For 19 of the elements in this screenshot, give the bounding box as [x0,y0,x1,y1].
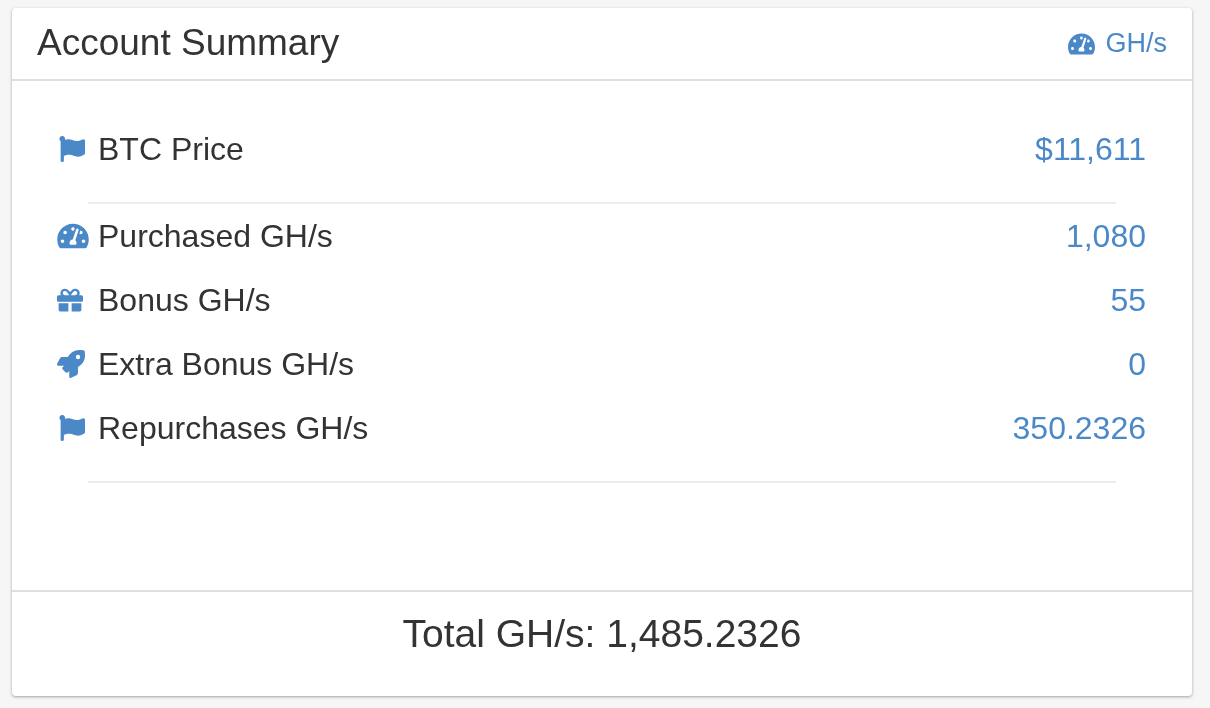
flag-icon [57,136,87,162]
stat-label: Purchased GH/s [98,217,333,255]
units-link[interactable]: GH/s [1068,28,1167,59]
stat-label: BTC Price [98,130,244,168]
stat-value: 1,080 [1065,217,1146,255]
stat-value: 55 [1110,281,1146,319]
stat-label: Bonus GH/s [98,281,271,319]
total-text: Total GH/s: 1,485.2326 [402,611,802,657]
panel-title: Account Summary [37,23,340,64]
stat-value: 0 [1128,345,1146,383]
gauge-icon [57,222,89,250]
rocket-icon [57,350,85,378]
gift-icon [57,287,83,313]
stat-label: Repurchases GH/s [98,409,369,447]
stat-value: 350.2326 [1012,409,1146,447]
stat-value: $11,611 [1035,130,1146,168]
flag-icon [57,415,87,441]
stat-label: Extra Bonus GH/s [98,345,355,383]
gauge-icon [1068,31,1096,56]
